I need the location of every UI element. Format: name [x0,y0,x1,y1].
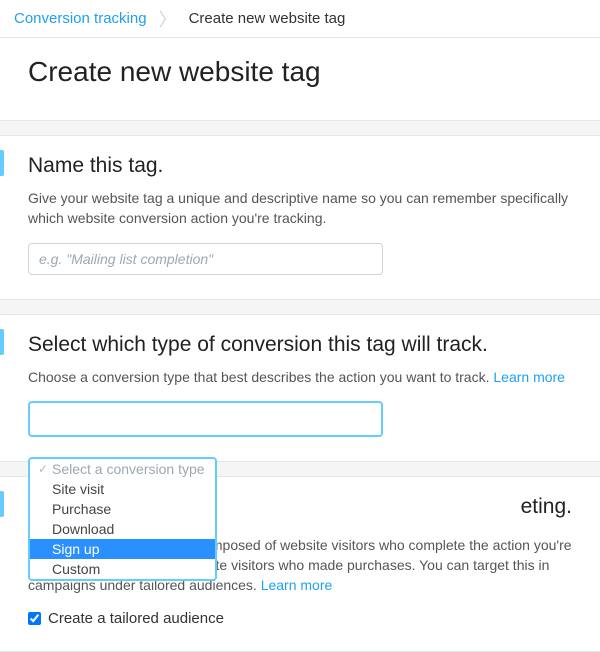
conversion-type-desc: Choose a conversion type that best descr… [28,367,572,387]
tag-name-input[interactable] [28,243,383,275]
conversion-type-title: Select which type of conversion this tag… [28,333,572,357]
option-placeholder[interactable]: ✓Select a conversion type [30,459,215,479]
create-tailored-audience-checkbox[interactable] [28,612,41,625]
breadcrumb-root-link[interactable]: Conversion tracking [14,10,147,27]
page-title: Create new website tag [28,56,572,88]
create-tailored-audience-label: Create a tailored audience [48,610,224,627]
tailored-audience-title-suffix: eting. [521,495,572,518]
name-tag-section: Name this tag. Give your website tag a u… [0,135,600,300]
breadcrumb: Conversion tracking 〉 Create new website… [0,0,600,38]
option-download[interactable]: ✓Download [30,519,215,539]
option-custom[interactable]: ✓Custom [30,559,215,579]
learn-more-link[interactable]: Learn more [493,369,565,385]
create-tailored-audience-row[interactable]: Create a tailored audience [28,610,572,627]
breadcrumb-current: Create new website tag [189,10,346,27]
page-header: Create new website tag [0,38,600,121]
conversion-type-dropdown[interactable]: ✓Select a conversion type ✓Site visit ✓P… [28,457,217,581]
name-tag-desc: Give your website tag a unique and descr… [28,188,572,229]
option-site-visit[interactable]: ✓Site visit [30,479,215,499]
conversion-type-select-outline [28,401,383,437]
conversion-type-section: Select which type of conversion this tag… [0,314,600,462]
learn-more-link[interactable]: Learn more [261,577,333,593]
option-sign-up[interactable]: ✓Sign up [30,539,215,559]
chevron-right-icon: 〉 [159,6,177,32]
name-tag-title: Name this tag. [28,154,572,178]
option-purchase[interactable]: ✓Purchase [30,499,215,519]
